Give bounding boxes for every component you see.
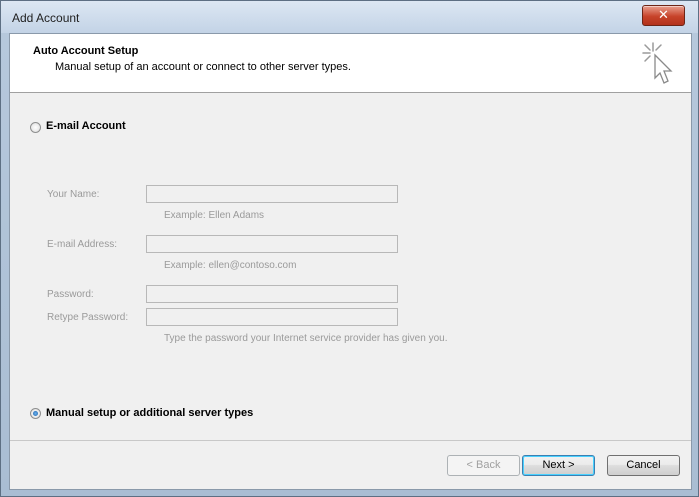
window-title: Add Account — [12, 11, 80, 25]
add-account-window: Add Account ✕ Auto Account Setup Manual … — [0, 0, 699, 497]
page-subtitle: Manual setup of an account or connect to… — [55, 61, 351, 73]
next-button[interactable]: Next > — [522, 455, 595, 476]
password-input[interactable] — [146, 285, 398, 303]
cancel-button[interactable]: Cancel — [607, 455, 680, 476]
your-name-label: Your Name: — [47, 189, 100, 200]
email-address-input[interactable] — [146, 235, 398, 253]
wizard-cursor-icon — [642, 42, 673, 84]
wizard-header: Auto Account Setup Manual setup of an ac… — [10, 34, 691, 93]
retype-password-input[interactable] — [146, 308, 398, 326]
page-title: Auto Account Setup — [33, 45, 139, 57]
retype-password-label: Retype Password: — [47, 312, 129, 323]
back-button[interactable]: < Back — [447, 455, 520, 476]
footer-divider — [10, 440, 691, 441]
email-account-label[interactable]: E-mail Account — [46, 120, 126, 132]
title-bar: Add Account ✕ — [1, 1, 698, 33]
dialog-body: Auto Account Setup Manual setup of an ac… — [9, 33, 692, 490]
manual-setup-label[interactable]: Manual setup or additional server types — [46, 407, 253, 419]
your-name-input[interactable] — [146, 185, 398, 203]
manual-setup-radio[interactable] — [30, 408, 41, 419]
email-account-radio[interactable] — [30, 122, 41, 133]
email-address-label: E-mail Address: — [47, 239, 118, 250]
email-address-hint: Example: ellen@contoso.com — [164, 260, 297, 271]
password-hint: Type the password your Internet service … — [164, 333, 448, 344]
close-button[interactable]: ✕ — [642, 5, 685, 26]
password-label: Password: — [47, 289, 94, 300]
your-name-hint: Example: Ellen Adams — [164, 210, 265, 221]
